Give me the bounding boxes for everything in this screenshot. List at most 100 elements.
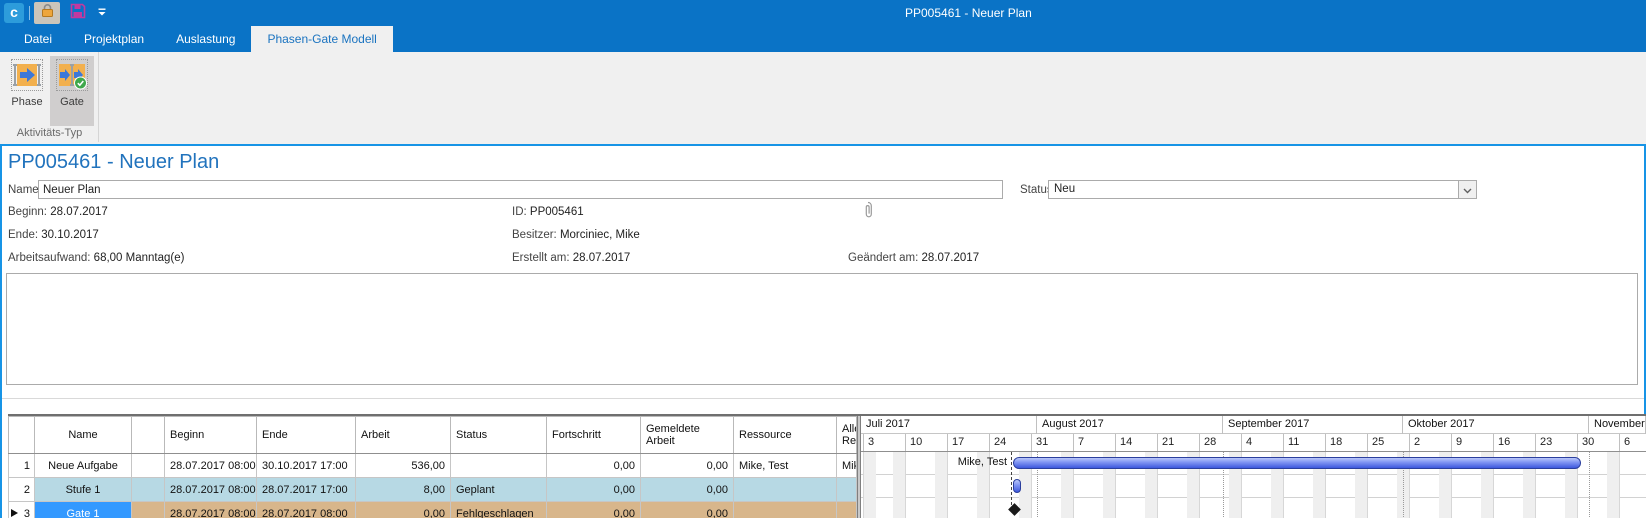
cell-status[interactable]: Geplant bbox=[451, 478, 547, 502]
col-header-num[interactable] bbox=[9, 417, 35, 454]
col-header-arbeit[interactable]: Arbeit bbox=[356, 417, 451, 454]
titlebar: c bbox=[0, 0, 1646, 26]
gantt-day-tick: 30 bbox=[1577, 434, 1594, 451]
gantt-day-tick: 2 bbox=[1409, 434, 1420, 451]
cell-gemeldete-arbeit[interactable]: 0,00 bbox=[641, 502, 734, 518]
lock-button[interactable] bbox=[34, 2, 60, 24]
erstellt-am-field: Erstellt am: 28.07.2017 bbox=[512, 252, 630, 264]
col-header-beginn[interactable]: Beginn bbox=[165, 417, 257, 454]
col-header-status[interactable]: Status bbox=[451, 417, 547, 454]
status-dropdown-button[interactable] bbox=[1458, 181, 1476, 198]
window-title: PP005461 - Neuer Plan bbox=[905, 0, 1032, 26]
save-button[interactable] bbox=[66, 2, 90, 24]
cell-status[interactable]: Fehlgeschlagen bbox=[451, 502, 547, 518]
phase-icon bbox=[11, 59, 43, 91]
cell-fortschritt[interactable]: 0,00 bbox=[547, 502, 641, 518]
name-input[interactable] bbox=[38, 180, 1003, 199]
ende-field: Ende: 30.10.2017 bbox=[8, 229, 99, 241]
gantt-day-tick: 9 bbox=[1451, 434, 1462, 451]
status-combobox[interactable]: Neu bbox=[1048, 180, 1477, 199]
description-textarea[interactable] bbox=[6, 273, 1638, 385]
col-header-ende[interactable]: Ende bbox=[257, 417, 356, 454]
gantt-month: Oktober 2017 bbox=[1403, 416, 1589, 434]
cell-ressource[interactable]: Mike, Test bbox=[734, 454, 837, 478]
gantt-day-tick: 23 bbox=[1535, 434, 1552, 451]
gantt-month: August 2017 bbox=[1037, 416, 1223, 434]
ribbon-group-aktivitaets-typ: Phase Gate Aktivitäts-Typ bbox=[0, 52, 99, 142]
cell-alle-ressourcen[interactable]: Mike, Test bbox=[837, 454, 857, 478]
cell-beginn[interactable]: 28.07.2017 08:00 bbox=[165, 502, 257, 518]
cell-arbeit[interactable]: 536,00 bbox=[356, 454, 451, 478]
cell-status[interactable] bbox=[451, 454, 547, 478]
cell-beginn[interactable]: 28.07.2017 08:00 bbox=[165, 478, 257, 502]
app-window: c bbox=[0, 0, 1646, 518]
gantt-month: November 2017 bbox=[1589, 416, 1646, 434]
col-header-name[interactable]: Name bbox=[35, 417, 132, 454]
tab-projektplan[interactable]: Projektplan bbox=[68, 26, 160, 52]
table-row: 3 Gate 1 28.07.2017 08:00 28.07.2017 08:… bbox=[9, 502, 857, 518]
gate-icon bbox=[56, 59, 88, 91]
gate-button[interactable]: Gate bbox=[50, 56, 94, 126]
project-start-line bbox=[1011, 452, 1012, 510]
task-grid-block: Name Beginn Ende Arbeit Status Fortschri… bbox=[8, 414, 1646, 518]
cell-ressource[interactable] bbox=[734, 502, 837, 518]
cell-arbeit[interactable]: 0,00 bbox=[356, 502, 451, 518]
col-header-alle-ressourcen[interactable]: Alle Re bbox=[837, 417, 857, 454]
status-value: Neu bbox=[1054, 181, 1075, 198]
customize-toolbar-button[interactable] bbox=[94, 2, 110, 24]
cell-ressource[interactable] bbox=[734, 478, 837, 502]
cell-indicator[interactable] bbox=[132, 502, 165, 518]
col-header-indicator[interactable] bbox=[132, 417, 165, 454]
col-header-fortschritt[interactable]: Fortschritt bbox=[547, 417, 641, 454]
phase-button[interactable]: Phase bbox=[6, 56, 48, 122]
gantt-day-tick: 7 bbox=[1073, 434, 1084, 451]
tab-phasen-gate-modell[interactable]: Phasen-Gate Modell bbox=[251, 26, 392, 52]
gantt-day-tick: 16 bbox=[1493, 434, 1510, 451]
name-label: Name bbox=[8, 184, 39, 196]
gantt-day-tick: 18 bbox=[1325, 434, 1342, 451]
cell-indicator[interactable] bbox=[132, 478, 165, 502]
cell-fortschritt[interactable]: 0,00 bbox=[547, 454, 641, 478]
tab-datei[interactable]: Datei bbox=[8, 26, 68, 52]
cell-fortschritt[interactable]: 0,00 bbox=[547, 478, 641, 502]
tab-auslastung[interactable]: Auslastung bbox=[160, 26, 251, 52]
cell-arbeit[interactable]: 8,00 bbox=[356, 478, 451, 502]
gantt-task-bar-small[interactable] bbox=[1013, 479, 1021, 493]
cell-alle-ressourcen[interactable] bbox=[837, 502, 857, 518]
cell-ende[interactable]: 28.07.2017 17:00 bbox=[257, 478, 356, 502]
cell-gemeldete-arbeit[interactable]: 0,00 bbox=[641, 478, 734, 502]
paperclip-icon bbox=[862, 207, 874, 224]
row-number[interactable]: 3 bbox=[9, 502, 35, 518]
cell-ende[interactable]: 28.07.2017 08:00 bbox=[257, 502, 356, 518]
ribbon: Phase Gate Aktivitäts-Typ bbox=[0, 52, 1646, 146]
arbeitsaufwand-field: Arbeitsaufwand: 68,00 Manntag(e) bbox=[8, 252, 184, 264]
gantt-chart: Juli 2017 August 2017 September 2017 Okt… bbox=[861, 416, 1646, 518]
gate-button-label: Gate bbox=[60, 96, 84, 108]
gantt-day-tick: 31 bbox=[1031, 434, 1048, 451]
cell-ende[interactable]: 30.10.2017 17:00 bbox=[257, 454, 356, 478]
cell-name-selected[interactable]: Gate 1 bbox=[35, 502, 132, 518]
cell-indicator[interactable] bbox=[132, 454, 165, 478]
lock-icon bbox=[40, 3, 55, 23]
id-field: ID: PP005461 bbox=[512, 206, 584, 218]
cell-name[interactable]: Stufe 1 bbox=[35, 478, 132, 502]
col-header-ressource[interactable]: Ressource bbox=[734, 417, 837, 454]
geaendert-am-field: Geändert am: 28.07.2017 bbox=[848, 252, 979, 264]
gantt-day-tick: 25 bbox=[1367, 434, 1384, 451]
gantt-day-tick: 11 bbox=[1283, 434, 1299, 451]
cell-alle-ressourcen[interactable] bbox=[837, 478, 857, 502]
table-row: 2 Stufe 1 28.07.2017 08:00 28.07.2017 17… bbox=[9, 478, 857, 502]
gantt-day-header: 3 10 17 24 31 7 14 21 28 4 11 18 25 2 9 … bbox=[861, 434, 1646, 452]
gantt-day-tick: 4 bbox=[1241, 434, 1252, 451]
row-number[interactable]: 1 bbox=[9, 454, 35, 478]
col-header-gemeldete-arbeit[interactable]: Gemeldete Arbeit bbox=[641, 417, 734, 454]
row-number[interactable]: 2 bbox=[9, 478, 35, 502]
gantt-day-tick: 28 bbox=[1199, 434, 1216, 451]
gantt-task-bar[interactable] bbox=[1013, 457, 1581, 469]
cell-gemeldete-arbeit[interactable]: 0,00 bbox=[641, 454, 734, 478]
attachment-button[interactable] bbox=[862, 201, 874, 225]
app-logo[interactable]: c bbox=[4, 3, 24, 23]
cell-name[interactable]: Neue Aufgabe bbox=[35, 454, 132, 478]
cell-beginn[interactable]: 28.07.2017 08:00 bbox=[165, 454, 257, 478]
gantt-day-tick: 14 bbox=[1115, 434, 1132, 451]
